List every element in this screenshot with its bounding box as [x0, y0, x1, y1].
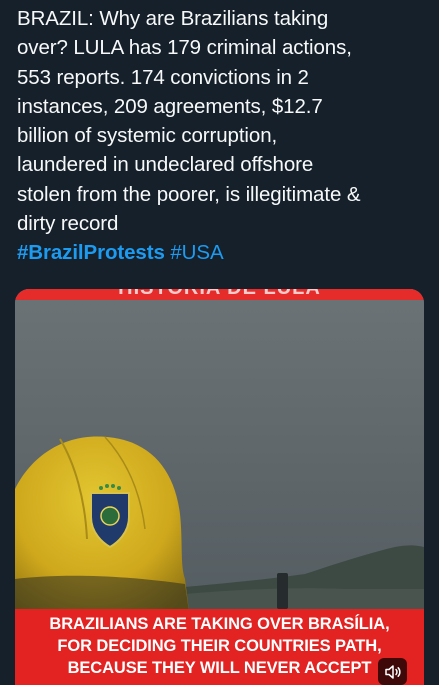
tweet-text-line: BRAZIL: Why are Brazilians taking	[17, 7, 329, 30]
caption-line: FOR DECIDING THEIR COUNTRIES PATH,	[57, 637, 382, 655]
tweet-text-line: dirty record	[17, 212, 119, 236]
caption-line: BRAZILIANS ARE TAKING OVER BRASÍLIA,	[49, 615, 390, 633]
tweet-text: BRAZIL: Why are Brazilians taking over? …	[17, 4, 435, 268]
hashtag-row: #BrazilProtests #USA	[17, 238, 435, 267]
tweet-text-line: billion of systemic corruption,	[17, 124, 278, 148]
top-banner: HISTORIA DE LULA	[15, 289, 424, 300]
tweet-text-line: instances, 209 agreements, $12.7	[17, 94, 323, 118]
tweet-text-line: stolen from the poorer, is illegitimate …	[17, 182, 361, 206]
video-player[interactable]: HISTORIA DE LULA BRAZILIANS ARE TAKING O…	[15, 289, 424, 685]
mute-toggle-button[interactable]	[378, 658, 407, 685]
caption-line: BECAUSE THEY WILL NEVER ACCEPT	[67, 659, 372, 677]
hashtag-usa-link[interactable]: #USA	[170, 241, 223, 264]
video-caption-banner: BRAZILIANS ARE TAKING OVER BRASÍLIA, FOR…	[15, 609, 424, 685]
speaker-muted-icon	[384, 664, 401, 679]
tweet-text-line: over? LULA has 179 criminal actions,	[17, 36, 352, 60]
tweet-text-line: laundered in undeclared offshore	[17, 153, 314, 177]
tweet-text-line: 553 reports. 174 convictions in 2	[17, 65, 309, 89]
top-banner-text: HISTORIA DE LULA	[15, 289, 424, 300]
hashtag-brazilprotests-link[interactable]: #BrazilProtests	[17, 241, 165, 264]
